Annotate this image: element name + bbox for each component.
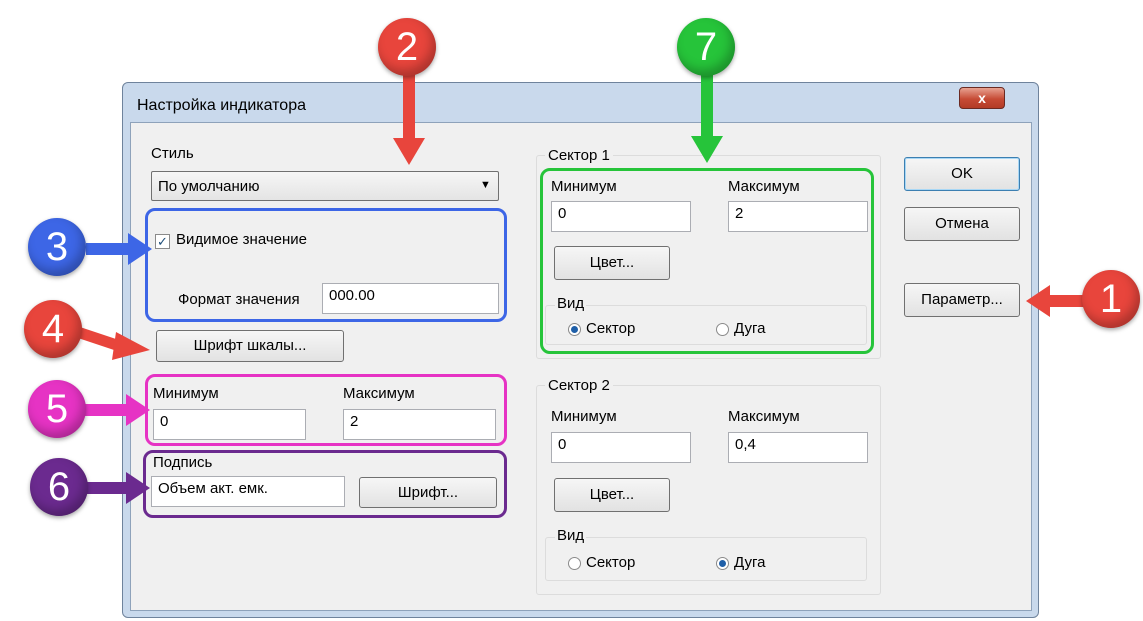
arrow-right-icon-4 xyxy=(78,327,150,360)
arrow-right-icon-3 xyxy=(86,233,152,265)
annotation-arrows xyxy=(78,70,1092,504)
marker-4: 4 xyxy=(24,300,82,358)
arrow-right-icon-6 xyxy=(86,472,150,504)
marker-5: 5 xyxy=(28,380,86,438)
arrow-down-icon-7 xyxy=(691,70,723,163)
marker-7: 7 xyxy=(677,18,735,76)
marker-1: 1 xyxy=(1082,270,1140,328)
arrow-right-icon-5 xyxy=(84,394,150,426)
marker-2: 2 xyxy=(378,18,436,76)
arrow-down-icon-2 xyxy=(393,70,425,165)
marker-6: 6 xyxy=(30,458,88,516)
marker-3: 3 xyxy=(28,218,86,276)
